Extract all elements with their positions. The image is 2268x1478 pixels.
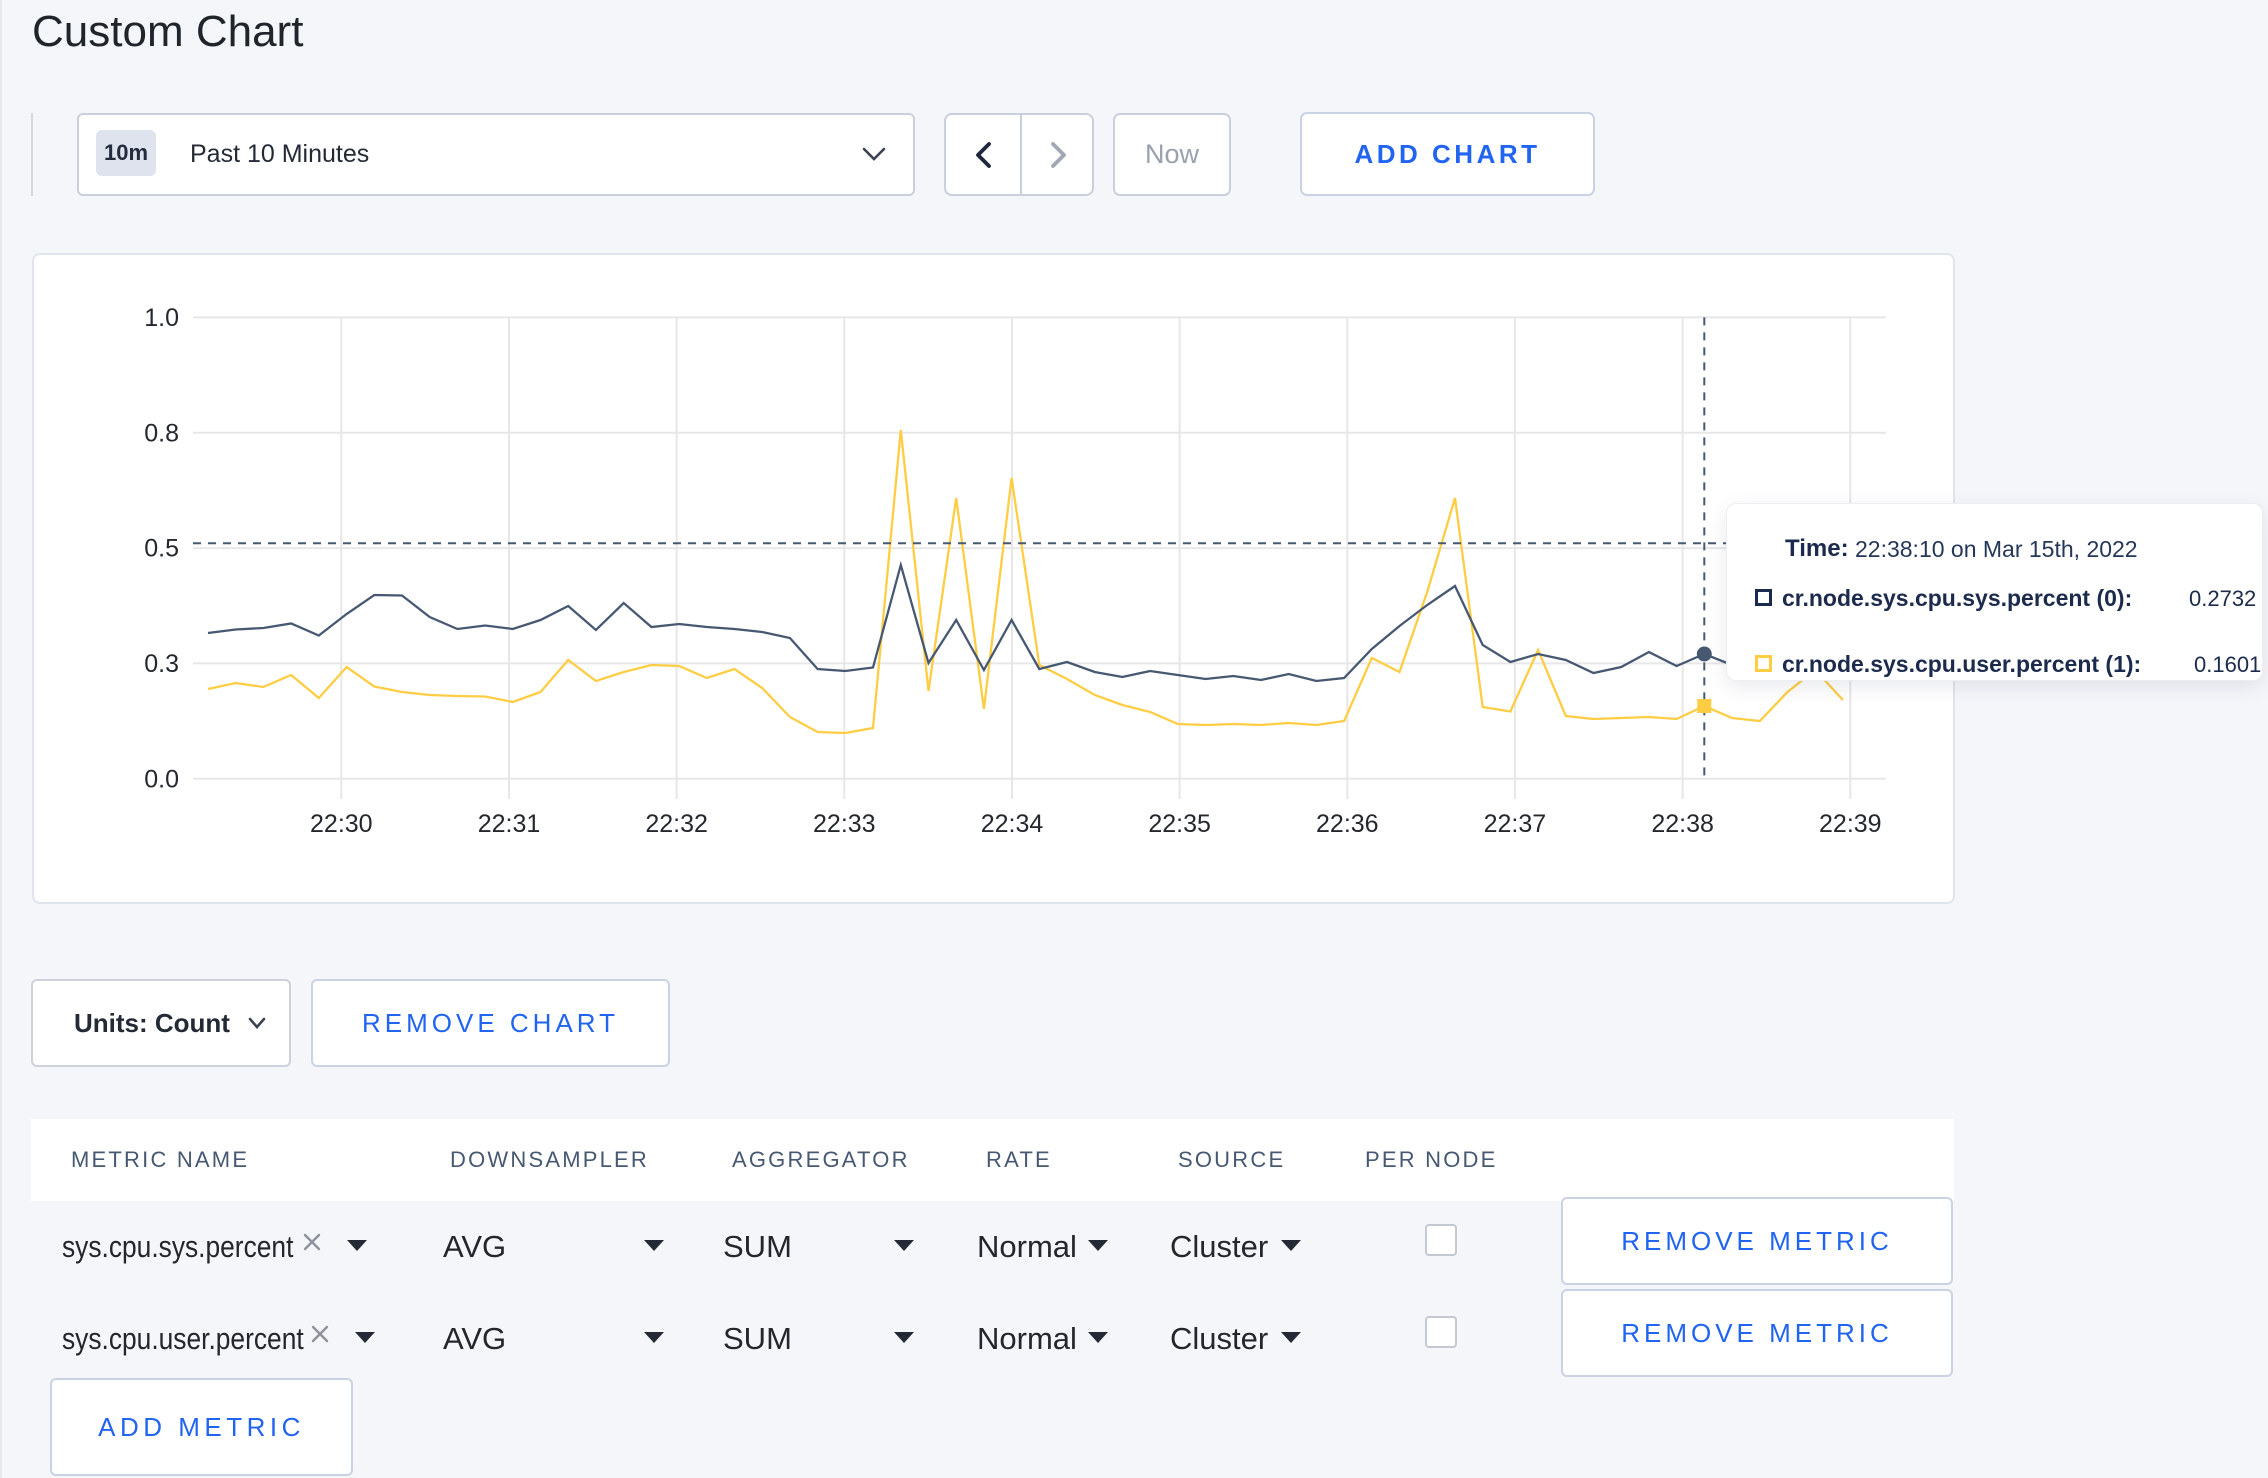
svg-text:22:36: 22:36 — [1316, 810, 1379, 838]
svg-text:0.0: 0.0 — [144, 765, 179, 793]
svg-text:22:39: 22:39 — [1819, 810, 1882, 838]
svg-text:22:33: 22:33 — [813, 810, 876, 838]
svg-text:0.3: 0.3 — [144, 650, 179, 678]
svg-text:22:34: 22:34 — [981, 810, 1044, 838]
svg-text:0.8: 0.8 — [144, 419, 179, 447]
svg-text:22:31: 22:31 — [478, 810, 541, 838]
svg-text:22:37: 22:37 — [1484, 810, 1547, 838]
svg-text:22:38: 22:38 — [1651, 810, 1714, 838]
svg-text:22:30: 22:30 — [310, 810, 373, 838]
svg-text:0.5: 0.5 — [144, 535, 179, 563]
svg-text:22:35: 22:35 — [1148, 810, 1211, 838]
svg-text:1.0: 1.0 — [144, 304, 179, 332]
svg-text:22:32: 22:32 — [645, 810, 708, 838]
